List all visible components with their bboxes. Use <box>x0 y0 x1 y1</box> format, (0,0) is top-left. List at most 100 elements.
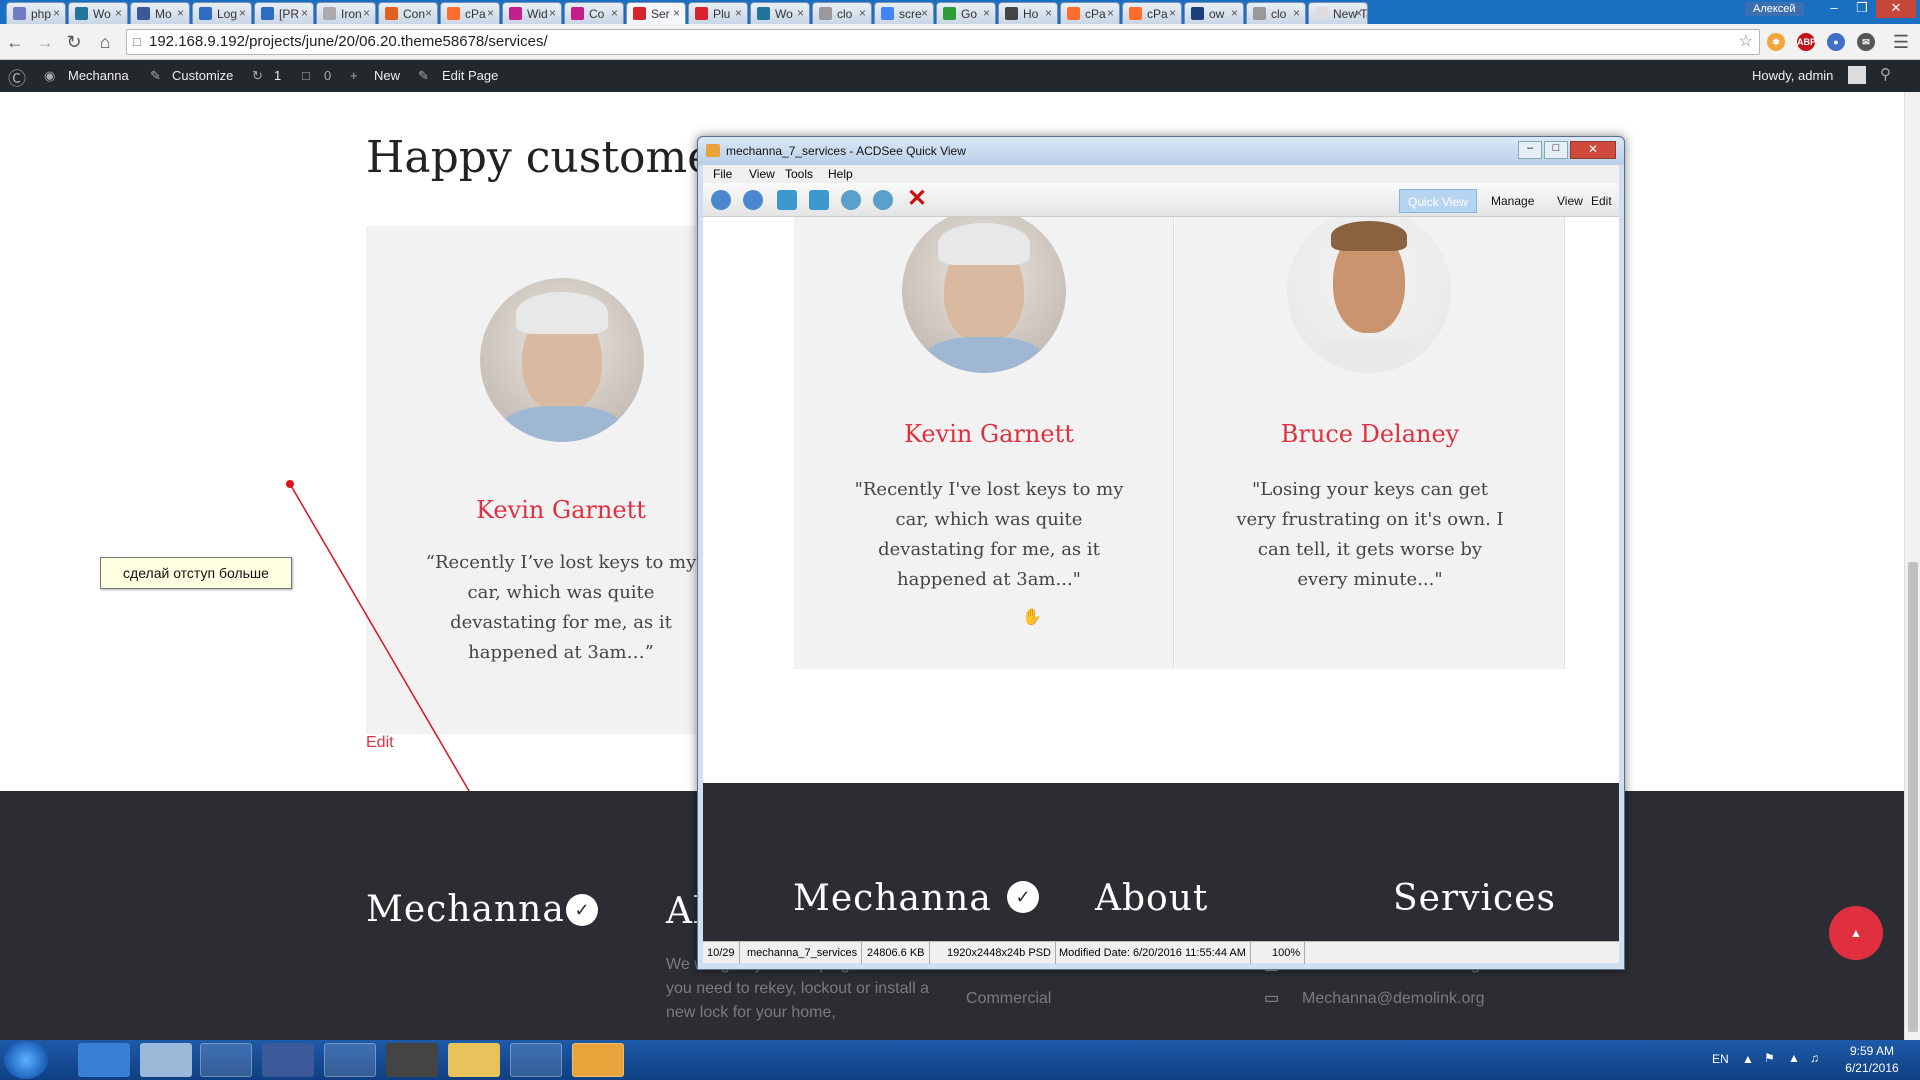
chrome-icon[interactable] <box>324 1043 376 1077</box>
search-icon[interactable]: ⚲ <box>1880 65 1891 83</box>
mode-quick-view[interactable]: Quick View <box>1399 189 1477 213</box>
mode-manage[interactable]: Manage <box>1483 189 1542 213</box>
howdy-account[interactable]: Howdy, admin <box>1752 68 1833 83</box>
forward-icon[interactable]: → <box>34 30 56 54</box>
comments-count[interactable]: 0 <box>324 68 331 83</box>
menu-help[interactable]: Help <box>828 167 853 181</box>
acdsee-taskbar-icon[interactable] <box>572 1043 624 1077</box>
browser-tab[interactable]: New Ta× <box>1308 2 1368 24</box>
tab-close-icon[interactable]: × <box>859 6 866 20</box>
tab-close-icon[interactable]: × <box>611 6 618 20</box>
sublime-icon[interactable] <box>386 1043 438 1077</box>
browser-tab[interactable]: Con × <box>378 2 438 24</box>
tab-close-icon[interactable]: × <box>301 6 308 20</box>
network-icon[interactable]: ▲ <box>1788 1051 1800 1065</box>
browser-tab[interactable]: Ser × <box>626 2 686 24</box>
tab-close-icon[interactable]: × <box>487 6 494 20</box>
updates-count[interactable]: 1 <box>274 68 281 83</box>
tab-close-icon[interactable]: × <box>1107 6 1114 20</box>
browser-tab[interactable]: [PR × <box>254 2 314 24</box>
zoom-out-icon[interactable] <box>873 190 893 210</box>
calculator-icon[interactable] <box>140 1043 192 1077</box>
browser-tab[interactable]: Iron × <box>316 2 376 24</box>
close-window-icon[interactable]: ✕ <box>1876 0 1916 18</box>
acdsee-title-bar[interactable]: mechanna_7_services - ACDSee Quick View … <box>698 137 1624 165</box>
wordpress-logo-icon[interactable]: Ⓒ <box>8 65 26 91</box>
tab-close-icon[interactable]: × <box>983 6 990 20</box>
volume-icon[interactable]: ♫ <box>1810 1051 1819 1065</box>
flag-icon[interactable]: ⚑ <box>1764 1051 1775 1065</box>
zoom-in-icon[interactable] <box>841 190 861 210</box>
reload-icon[interactable]: ↻ <box>63 30 85 54</box>
minimize-icon[interactable]: – <box>1820 0 1848 18</box>
language-indicator[interactable]: EN <box>1712 1052 1729 1066</box>
previous-icon[interactable] <box>711 190 731 210</box>
browser-tab[interactable]: clo × <box>1246 2 1306 24</box>
extension-puzzle-icon[interactable]: ✱ <box>1767 33 1785 51</box>
tab-close-icon[interactable]: × <box>425 6 432 20</box>
browser-tab[interactable]: cPa × <box>440 2 500 24</box>
browser-tab[interactable]: clo × <box>812 2 872 24</box>
tab-close-icon[interactable]: × <box>115 6 122 20</box>
browser-tab[interactable]: Plu × <box>688 2 748 24</box>
bookmark-star-icon[interactable]: ☆ <box>1739 30 1753 54</box>
tab-close-icon[interactable]: × <box>53 6 60 20</box>
avatar[interactable] <box>1848 66 1866 84</box>
browser-tab[interactable]: Ho × <box>998 2 1058 24</box>
scrollbar-thumb[interactable] <box>1908 562 1918 1032</box>
delete-icon[interactable]: ✕ <box>907 187 927 211</box>
tab-close-icon[interactable]: × <box>363 6 370 20</box>
browser-tab[interactable]: Wo × <box>68 2 128 24</box>
adblock-icon[interactable]: ABP <box>1797 33 1816 51</box>
scroll-to-top-button[interactable]: ▲ <box>1829 906 1883 960</box>
browser-tab[interactable]: scre × <box>874 2 934 24</box>
explorer-icon[interactable] <box>448 1043 500 1077</box>
browser-tab[interactable]: Go × <box>936 2 996 24</box>
next-icon[interactable] <box>743 190 763 210</box>
restore-icon[interactable]: ❐ <box>1848 0 1876 18</box>
site-name-link[interactable]: Mechanna <box>68 68 129 83</box>
ie-icon[interactable] <box>78 1043 130 1077</box>
start-button[interactable] <box>4 1041 48 1079</box>
browser-tab[interactable]: Wo × <box>750 2 810 24</box>
minimize-icon[interactable]: – <box>1518 141 1542 159</box>
clock-date[interactable]: 6/21/2016 <box>1842 1061 1902 1075</box>
mode-edit[interactable]: Edit <box>1583 189 1620 213</box>
rotate-right-icon[interactable] <box>809 190 829 210</box>
tab-close-icon[interactable]: × <box>797 6 804 20</box>
browser-tab[interactable]: cPa × <box>1060 2 1120 24</box>
address-bar[interactable]: □ 192.168.9.192/projects/june/20/06.20.t… <box>126 29 1760 55</box>
page-scrollbar[interactable] <box>1904 92 1920 1040</box>
tab-close-icon[interactable]: × <box>921 6 928 20</box>
menu-file[interactable]: File <box>713 167 732 181</box>
tab-close-icon[interactable]: × <box>1045 6 1052 20</box>
tab-close-icon[interactable]: × <box>239 6 246 20</box>
footer-service-commercial[interactable]: Commercial <box>966 987 1051 1011</box>
menu-icon[interactable]: ☰ <box>1890 30 1912 54</box>
user-badge[interactable]: Алексей <box>1745 2 1804 16</box>
new-link[interactable]: New <box>374 68 400 83</box>
browser-tab[interactable]: Mo × <box>130 2 190 24</box>
globe-icon[interactable]: ● <box>1827 33 1845 51</box>
footer-logo[interactable]: Mechanna <box>366 889 565 930</box>
rotate-left-icon[interactable] <box>777 190 797 210</box>
browser-tab[interactable]: Log × <box>192 2 252 24</box>
skype-icon[interactable] <box>510 1043 562 1077</box>
maximize-icon[interactable]: □ <box>1544 141 1568 159</box>
browser-tab[interactable]: php × <box>6 2 66 24</box>
tab-close-icon[interactable]: × <box>1355 6 1362 20</box>
tab-close-icon[interactable]: × <box>1293 6 1300 20</box>
browser-tab[interactable]: ow × <box>1184 2 1244 24</box>
skype-s-icon[interactable] <box>262 1043 314 1077</box>
browser-tab[interactable]: Co × <box>564 2 624 24</box>
customize-link[interactable]: Customize <box>172 68 233 83</box>
tab-close-icon[interactable]: × <box>735 6 742 20</box>
menu-tools[interactable]: Tools <box>785 167 813 181</box>
home-icon[interactable]: ⌂ <box>94 30 116 54</box>
tab-close-icon[interactable]: × <box>1169 6 1176 20</box>
save-disk-icon[interactable] <box>200 1043 252 1077</box>
menu-view[interactable]: View <box>749 167 775 181</box>
tab-close-icon[interactable]: × <box>549 6 556 20</box>
clock-time[interactable]: 9:59 AM <box>1842 1044 1902 1058</box>
footer-email[interactable]: Mechanna@demolink.org <box>1302 987 1485 1011</box>
